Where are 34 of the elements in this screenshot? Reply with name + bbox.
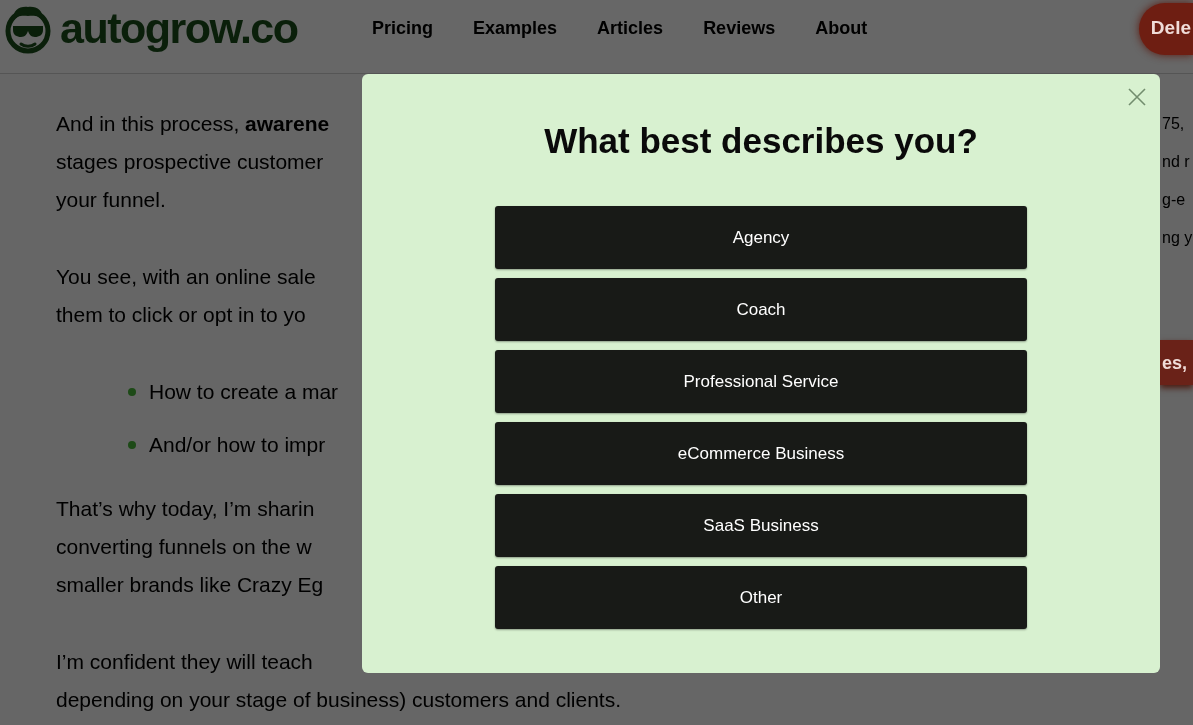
cta-button[interactable]: Dele <box>1138 2 1193 55</box>
close-button[interactable] <box>1128 88 1146 106</box>
option-button[interactable]: Other <box>495 566 1027 629</box>
close-icon <box>1128 88 1146 106</box>
option-button[interactable]: Agency <box>495 206 1027 269</box>
paragraph-text: smaller brands like Crazy Eg <box>56 572 324 598</box>
paragraph-text: stages prospective customer <box>56 149 324 175</box>
paragraph-text: You see, with an online sale <box>56 264 316 290</box>
nav-link[interactable]: About <box>815 17 868 40</box>
nav-link[interactable]: Articles <box>597 17 664 40</box>
paragraph-text: I’m confident they will teach <box>56 649 313 675</box>
modal-title: What best describes you? <box>544 121 978 161</box>
option-button[interactable]: Coach <box>495 278 1027 341</box>
bullet-dot-icon <box>128 388 136 396</box>
list-item-text: How to create a mar <box>149 379 339 405</box>
paragraph-text: That’s why today, I’m sharin <box>56 496 315 522</box>
list-item-text: And/or how to impr <box>149 432 326 458</box>
paragraph-text: depending on your stage of business) customers and clients. <box>56 687 621 713</box>
option-button[interactable]: eCommerce Business <box>495 422 1027 485</box>
sidebar-text: g-e <box>1161 190 1186 210</box>
paragraph-text: your funnel. <box>56 187 166 213</box>
option-button[interactable]: SaaS Business <box>495 494 1027 557</box>
sidebar-text: nd r <box>1161 152 1190 172</box>
sidebar-text: ng y <box>1161 228 1193 248</box>
paragraph-text: converting funnels on the w <box>56 534 312 560</box>
bullet-dot-icon <box>128 441 136 449</box>
nav-link[interactable]: Reviews <box>703 17 776 40</box>
banner-button[interactable]: es, <box>1160 340 1193 385</box>
paragraph-text: And in this process, awarene <box>56 111 330 137</box>
nav-link[interactable]: Examples <box>473 17 558 40</box>
paragraph-text: them to click or opt in to yo <box>56 302 306 328</box>
option-button[interactable]: Professional Service <box>495 350 1027 413</box>
sidebar-text: 75, <box>1161 114 1185 134</box>
nav-link[interactable]: Pricing <box>372 17 433 40</box>
